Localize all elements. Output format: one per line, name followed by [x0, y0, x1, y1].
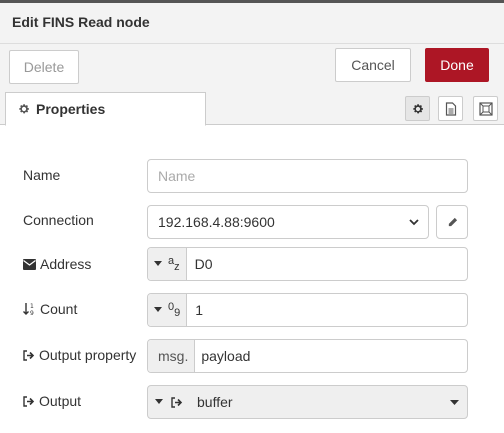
frame-icon	[478, 101, 493, 116]
svg-text:1: 1	[30, 303, 34, 310]
output-value: buffer	[197, 394, 233, 410]
gear-icon	[412, 103, 423, 113]
caret-down-icon	[155, 399, 163, 404]
dialog-header: Edit FINS Read node	[0, 0, 504, 44]
tab-bar: Properties	[0, 92, 504, 126]
tab-properties[interactable]: Properties	[5, 92, 206, 126]
connection-value: 192.168.4.88:9600	[158, 214, 275, 230]
address-input[interactable]: a z D0	[147, 247, 468, 281]
address-type-glyph-sub: z	[174, 261, 180, 273]
output-property-label: Output property	[23, 347, 136, 363]
name-label: Name	[23, 167, 61, 183]
address-value: D0	[194, 256, 213, 272]
dialog-toolbar: Delete Cancel Done	[0, 44, 504, 92]
output-property-prefix: msg.	[148, 340, 196, 372]
top-bar	[0, 0, 504, 3]
tab-appearance[interactable]	[473, 96, 498, 121]
caret-down-icon	[450, 400, 459, 405]
name-input[interactable]: Name	[147, 159, 468, 193]
doc-icon	[445, 101, 456, 116]
count-value: 1	[195, 302, 204, 318]
tab-settings[interactable]	[405, 96, 430, 121]
chevron-down-icon	[409, 219, 419, 226]
count-input[interactable]: 0 9 1	[147, 293, 468, 327]
name-placeholder: Name	[158, 168, 196, 184]
connection-label: Connection	[23, 212, 94, 228]
caret-down-icon	[154, 261, 162, 266]
pencil-icon	[448, 217, 457, 226]
sign-out-icon	[23, 395, 35, 407]
tab-properties-label: Properties	[36, 101, 106, 117]
sign-out-icon	[23, 349, 35, 361]
sign-out-icon	[171, 396, 183, 408]
gear-icon	[19, 104, 29, 114]
output-select[interactable]: buffer	[147, 385, 468, 419]
count-type-button[interactable]: 0 9	[148, 294, 188, 326]
address-type-button[interactable]: a z	[148, 248, 187, 280]
address-label: Address	[23, 256, 91, 272]
tab-description[interactable]	[438, 96, 463, 121]
sort-numeric-icon: 1 9	[23, 303, 34, 316]
delete-button[interactable]: Delete	[9, 50, 79, 84]
count-label: 1 9 Count	[23, 301, 77, 317]
output-property-value: payload	[201, 348, 251, 364]
envelope-icon	[23, 258, 36, 270]
cancel-button[interactable]: Cancel	[335, 48, 411, 82]
svg-text:9: 9	[30, 310, 34, 316]
output-label: Output	[23, 393, 81, 409]
edit-connection-button[interactable]	[436, 205, 468, 239]
output-property-input[interactable]: msg. payload	[147, 339, 468, 373]
dialog-title: Edit FINS Read node	[12, 14, 150, 30]
count-type-glyph-sub: 9	[174, 307, 181, 319]
connection-select[interactable]: 192.168.4.88:9600	[147, 205, 429, 239]
properties-form: Name Name Connection 192.168.4.88:9600 A…	[0, 126, 504, 433]
done-button[interactable]: Done	[425, 48, 489, 82]
caret-down-icon	[154, 307, 162, 312]
